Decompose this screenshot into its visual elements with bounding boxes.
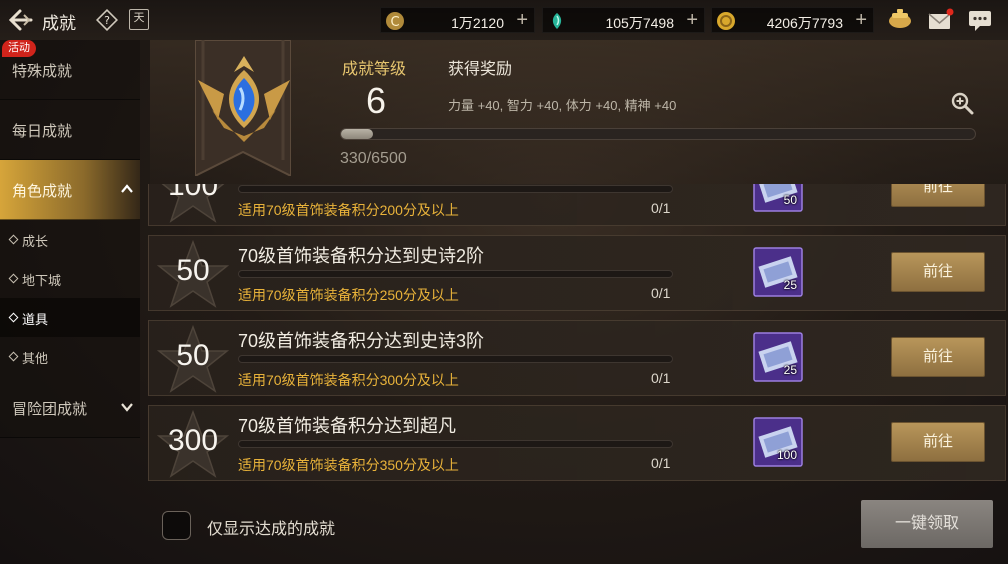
achievement-points: 100 bbox=[167, 184, 219, 202]
rank-emblem-icon bbox=[198, 56, 290, 142]
currency-gold: C 1万2120 + bbox=[380, 7, 535, 33]
sidebar-subitem-other[interactable]: 其他 bbox=[0, 337, 140, 376]
claim-all-button[interactable]: 一键领取 bbox=[861, 500, 993, 548]
achievement-name: 70级首饰装备积分达到史诗2阶 bbox=[238, 246, 485, 266]
diamond-icon bbox=[8, 351, 19, 362]
achievement-progress-bar bbox=[238, 355, 673, 363]
sidebar-item-label: 冒险团成就 bbox=[12, 401, 88, 418]
go-button[interactable]: 前往 bbox=[891, 184, 985, 207]
achievement-progress: 0/1 bbox=[651, 455, 671, 471]
achievement-progress: 0/1 bbox=[651, 370, 671, 386]
level-progress-fill bbox=[341, 129, 374, 139]
sidebar-subitem-label: 成长 bbox=[22, 234, 49, 249]
achievement-list[interactable]: 100 适用70级首饰装备积分200分及以上 0/1 50 前往 50 70级首… bbox=[145, 184, 1007, 490]
sidebar-subitem-label: 其他 bbox=[22, 351, 49, 366]
mail-icon[interactable] bbox=[926, 6, 954, 34]
gold-value: 1万2120 bbox=[451, 15, 504, 31]
achievement-points: 50 bbox=[176, 254, 210, 287]
sidebar-subitem-dungeon[interactable]: 地下城 bbox=[0, 259, 140, 298]
add-gold-button[interactable]: + bbox=[516, 10, 528, 30]
gold-c-icon: C bbox=[386, 12, 404, 30]
chevron-down-icon bbox=[121, 403, 133, 412]
level-progress-text: 330/6500 bbox=[340, 150, 407, 167]
achievement-condition: 适用70级首饰装备积分200分及以上 bbox=[238, 202, 459, 218]
add-gem-button[interactable]: + bbox=[686, 10, 698, 30]
achievement-row: 50 70级首饰装备积分达到史诗2阶 适用70级首饰装备积分250分及以上 0/… bbox=[148, 235, 1006, 311]
svg-text:?: ? bbox=[104, 14, 110, 27]
diamond-icon bbox=[8, 273, 19, 284]
sidebar-item-label: 每日成就 bbox=[12, 123, 73, 140]
achievement-row: 50 70级首饰装备积分达到史诗3阶 适用70级首饰装备积分300分及以上 0/… bbox=[148, 320, 1006, 396]
add-coin-button[interactable]: + bbox=[855, 10, 867, 30]
achievement-condition: 适用70级首饰装备积分250分及以上 bbox=[238, 287, 459, 303]
achievement-points: 50 bbox=[176, 339, 210, 372]
back-arrow-icon[interactable] bbox=[8, 8, 34, 32]
achievement-points: 300 bbox=[167, 424, 219, 457]
zoom-in-icon[interactable] bbox=[950, 91, 974, 115]
currency-gem: 105万7498 + bbox=[542, 7, 705, 33]
achievement-row: 300 70级首饰装备积分达到超凡 适用70级首饰装备积分350分及以上 0/1… bbox=[148, 405, 1006, 481]
achievement-condition: 适用70级首饰装备积分350分及以上 bbox=[238, 457, 459, 473]
diamond-icon bbox=[8, 312, 19, 323]
sidebar-item-adventure[interactable]: 冒险团成就 bbox=[0, 376, 140, 438]
achievement-progress: 0/1 bbox=[651, 285, 671, 301]
achievement-name: 70级首饰装备积分达到史诗3阶 bbox=[238, 331, 485, 351]
show-completed-label: 仅显示达成的成就 bbox=[207, 521, 336, 538]
achievement-row: 100 适用70级首饰装备积分200分及以上 0/1 50 前往 bbox=[148, 184, 1006, 226]
level-value: 6 bbox=[366, 80, 387, 121]
sidebar-item-daily[interactable]: 每日成就 bbox=[0, 100, 140, 160]
currency-coin: 4206万7793 + bbox=[711, 7, 874, 33]
reward-value: 力量 +40, 智力 +40, 体力 +40, 精神 +40 bbox=[448, 98, 677, 113]
reward-label: 获得奖励 bbox=[448, 61, 513, 78]
level-progress-bar bbox=[340, 128, 976, 140]
achievement-progress-bar bbox=[238, 440, 673, 448]
sidebar-item-role[interactable]: 角色成就 bbox=[0, 160, 140, 220]
sidebar-item-label: 特殊成就 bbox=[12, 63, 73, 80]
gem-icon bbox=[552, 13, 562, 29]
reward-quantity: 100 bbox=[776, 448, 797, 462]
calendar-icon[interactable]: 天 bbox=[129, 9, 149, 30]
go-button[interactable]: 前往 bbox=[891, 422, 985, 462]
coin-value: 4206万7793 bbox=[766, 15, 843, 31]
achievement-progress: 0/1 bbox=[651, 200, 671, 216]
sidebar-subitem-items[interactable]: 道具 bbox=[0, 298, 140, 337]
svg-text:C: C bbox=[390, 15, 399, 30]
reward-quantity: 50 bbox=[783, 193, 797, 207]
go-button[interactable]: 前往 bbox=[891, 337, 985, 377]
event-badge: 活动 bbox=[2, 40, 36, 57]
achievement-condition: 适用70级首饰装备积分300分及以上 bbox=[238, 372, 459, 388]
sidebar-item-special[interactable]: 特殊成就 活动 bbox=[0, 40, 140, 100]
page-title: 成就 bbox=[42, 14, 76, 33]
top-bar: 成就 ? 天 C 1万2120 + 105万7498 + 4206万7793 + bbox=[0, 0, 1008, 40]
show-completed-checkbox[interactable] bbox=[162, 511, 191, 540]
sidebar-subitem-label: 道具 bbox=[22, 312, 49, 327]
help-icon[interactable]: ? bbox=[96, 9, 118, 31]
coin-icon bbox=[717, 12, 735, 30]
sidebar-item-label: 角色成就 bbox=[12, 183, 73, 200]
reward-quantity: 25 bbox=[783, 278, 797, 292]
level-label: 成就等级 bbox=[342, 61, 407, 78]
chevron-up-icon bbox=[121, 184, 133, 193]
diamond-icon bbox=[8, 234, 19, 245]
gem-value: 105万7498 bbox=[605, 15, 674, 31]
achievement-progress-bar bbox=[238, 270, 673, 278]
reward-quantity: 25 bbox=[783, 363, 797, 377]
sidebar: 特殊成就 活动 每日成就 角色成就 成长 地下城 道具 其他 冒险团成就 bbox=[0, 40, 140, 564]
cauldron-icon[interactable] bbox=[886, 6, 914, 34]
achievement-name: 70级首饰装备积分达到超凡 bbox=[238, 416, 457, 436]
chat-icon[interactable] bbox=[966, 6, 994, 34]
sidebar-subitem-growth[interactable]: 成长 bbox=[0, 220, 140, 259]
achievement-progress-bar bbox=[238, 185, 673, 193]
go-button[interactable]: 前往 bbox=[891, 252, 985, 292]
sidebar-subitem-label: 地下城 bbox=[22, 273, 62, 288]
